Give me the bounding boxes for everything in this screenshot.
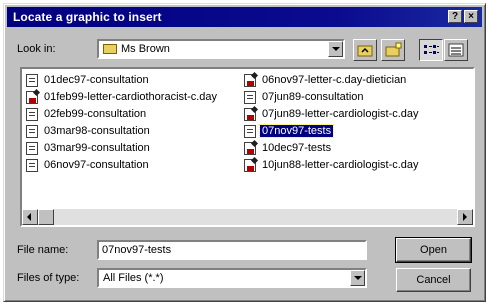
file-name-input[interactable]	[99, 242, 371, 258]
details-view-icon	[448, 43, 464, 57]
details-view-button[interactable]	[444, 39, 468, 61]
file-list[interactable]: 01dec97-consultation 01feb99-letter-cardi…	[20, 67, 475, 227]
files-of-type-value: All Files (*.*)	[103, 272, 164, 284]
word-icon	[26, 91, 38, 104]
note-icon	[26, 108, 38, 121]
scroll-right-button[interactable]	[457, 209, 473, 225]
word-icon	[244, 108, 256, 121]
locate-graphic-dialog: Locate a graphic to insert ? × Look in: …	[3, 3, 486, 302]
up-one-level-button[interactable]	[353, 39, 377, 61]
look-in-value: Ms Brown	[121, 43, 170, 55]
chevron-down-icon[interactable]	[350, 270, 365, 286]
file-name: 03mar99-consultation	[44, 142, 150, 154]
files-of-type-dropdown[interactable]: All Files (*.*)	[97, 268, 367, 288]
file-name: 02feb99-consultation	[44, 108, 147, 120]
up-folder-icon	[357, 45, 373, 57]
horizontal-scrollbar[interactable]	[22, 209, 473, 225]
scroll-thumb[interactable]	[38, 209, 54, 225]
file-name: 06nov97-consultation	[44, 159, 149, 171]
create-new-folder-button[interactable]	[381, 39, 405, 61]
help-button[interactable]: ?	[448, 10, 462, 23]
file-name: 07jun89-letter-cardiologist-c.day	[262, 108, 419, 120]
note-icon	[244, 125, 256, 138]
file-name: 06nov97-letter-c.day-dietician	[262, 74, 407, 86]
note-icon	[26, 159, 38, 172]
file-name: 03mar98-consultation	[44, 125, 150, 137]
chevron-down-icon[interactable]	[328, 41, 343, 57]
list-view-icon	[424, 45, 439, 54]
new-folder-icon	[385, 42, 402, 57]
window-title: Locate a graphic to insert	[13, 10, 162, 24]
note-icon	[26, 125, 38, 138]
look-in-label: Look in:	[17, 43, 56, 55]
file-name: 10dec97-tests	[262, 142, 332, 154]
note-icon	[26, 142, 38, 155]
close-button[interactable]: ×	[464, 10, 478, 23]
file-name: 07jun89-consultation	[262, 91, 364, 103]
cancel-button[interactable]: Cancel	[396, 268, 471, 292]
file-name: 10jun88-letter-cardiologist-c.day	[262, 159, 419, 171]
file-name: 01dec97-consultation	[44, 74, 149, 86]
look-in-dropdown[interactable]: Ms Brown	[97, 39, 345, 59]
files-of-type-label: Files of type:	[17, 272, 80, 284]
file-name: 01feb99-letter-cardiothoracist-c.day	[44, 91, 218, 103]
scroll-left-button[interactable]	[22, 209, 38, 225]
title-bar[interactable]: Locate a graphic to insert ? ×	[7, 7, 482, 27]
word-icon	[244, 159, 256, 172]
file-name-label: File name:	[17, 244, 69, 256]
file-name-field[interactable]	[97, 240, 371, 260]
word-icon	[244, 142, 256, 155]
list-view-button[interactable]	[419, 39, 443, 61]
folder-icon	[103, 44, 117, 54]
note-icon	[244, 91, 256, 104]
open-button[interactable]: Open	[395, 237, 472, 263]
word-icon	[244, 74, 256, 87]
note-icon	[26, 74, 38, 87]
file-name: 07nov97-tests	[258, 124, 335, 138]
